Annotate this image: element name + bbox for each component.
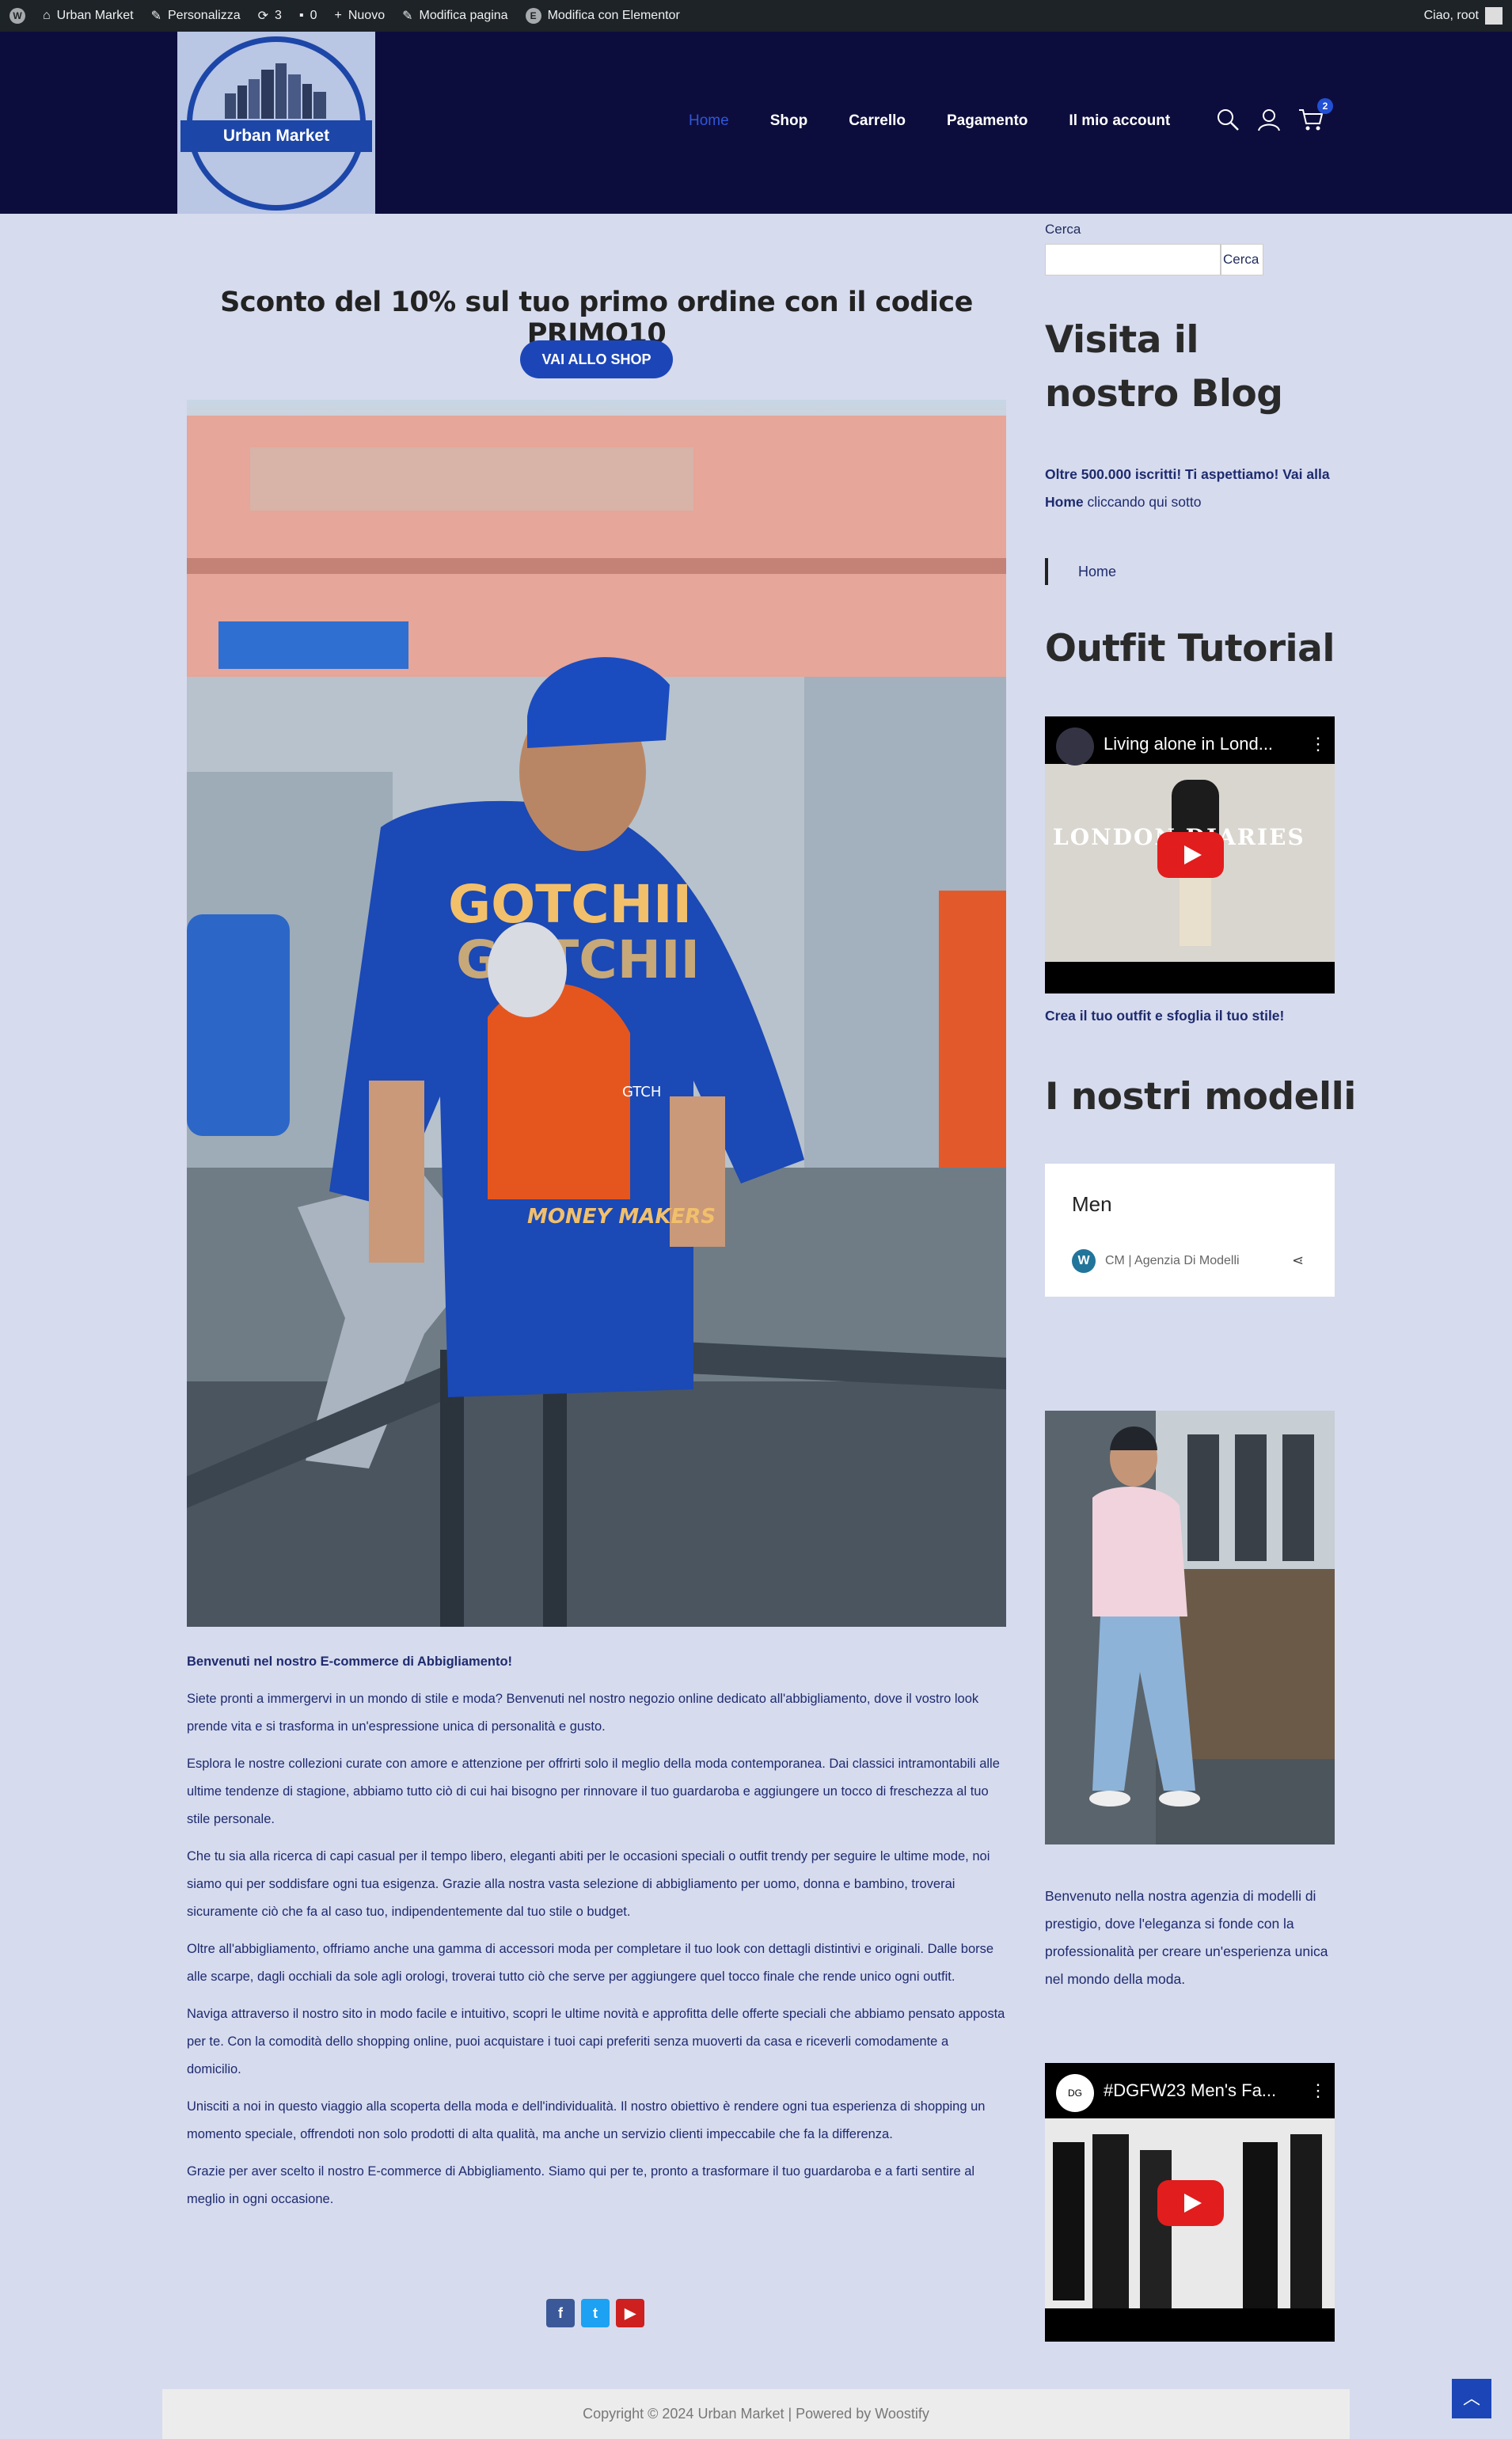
home-link[interactable]: Home	[1045, 558, 1116, 585]
plus-icon: +	[334, 9, 342, 22]
comment-icon: ▪	[298, 9, 304, 22]
pencil-icon: ✎	[402, 9, 413, 23]
intro-paragraph: Oltre all'abbigliamento, offriamo anche …	[187, 1942, 994, 1984]
social-links: f t ▶	[546, 2299, 644, 2327]
models-heading: I nostri modelli	[1045, 1075, 1356, 1119]
site-footer: Copyright © 2024 Urban Market | Powered …	[162, 2389, 1350, 2439]
tutorial-heading: Outfit Tutorial	[1045, 627, 1335, 671]
cart-count-badge: 2	[1317, 98, 1333, 114]
intro-content: Benvenuti nel nostro E-commerce di Abbig…	[187, 1648, 1006, 2223]
video-title: #DGFW23 Men's Fa...	[1104, 2080, 1277, 2100]
brush-icon: ✎	[150, 9, 161, 23]
site-header: Urban Market Home Shop Carrello Pagament…	[0, 32, 1512, 214]
card-source: CM | Agenzia Di Modelli	[1105, 1254, 1240, 1267]
video-title: Living alone in Lond...	[1104, 734, 1274, 754]
video-embed-tutorial[interactable]: LONDON DIARIES Living alone in Lond... ⋮	[1045, 716, 1335, 993]
admin-edit-page-link[interactable]: ✎ Modifica pagina	[402, 8, 507, 24]
blog-text: Oltre 500.000 iscritti! Ti aspettiamo! V…	[1045, 466, 1330, 510]
intro-paragraph: Esplora le nostre collezioni curate con …	[187, 1757, 1000, 1826]
intro-paragraph: Naviga attraverso il nostro sito in modo…	[187, 2007, 1005, 2076]
search-button[interactable]: Cerca	[1221, 244, 1263, 275]
elementor-icon: E	[525, 8, 541, 24]
share-icon[interactable]: ⋖	[1292, 1252, 1304, 1269]
more-options-icon[interactable]: ⋮	[1309, 2080, 1327, 2101]
tutorial-caption: Crea il tuo outfit e sfoglia il tuo stil…	[1045, 1008, 1285, 1024]
intro-paragraph: Grazie per aver scelto il nostro E-comme…	[187, 2164, 975, 2206]
nav-checkout[interactable]: Pagamento	[947, 112, 1028, 130]
svg-text:GTCH: GTCH	[622, 1084, 661, 1100]
video-embed-fashion[interactable]: DG #DGFW23 Men's Fa... ⋮	[1045, 2063, 1335, 2342]
wordpress-icon: W	[9, 8, 25, 24]
svg-text:MONEY MAKERS: MONEY MAKERS	[527, 1205, 716, 1229]
admin-elementor-link[interactable]: E Modifica con Elementor	[525, 8, 680, 24]
facebook-icon[interactable]: f	[546, 2299, 575, 2327]
wordpress-menu[interactable]: W	[9, 8, 25, 24]
nav-home[interactable]: Home	[689, 112, 729, 130]
avatar	[1485, 7, 1503, 25]
site-logo[interactable]: Urban Market	[177, 32, 375, 214]
svg-text:GOTCHII: GOTCHII	[448, 874, 692, 935]
user-icon[interactable]	[1257, 108, 1281, 131]
play-icon[interactable]	[1157, 832, 1224, 878]
twitter-icon[interactable]: t	[581, 2299, 610, 2327]
scroll-to-top-button[interactable]: ︿	[1452, 2379, 1491, 2418]
youtube-icon[interactable]: ▶	[616, 2299, 644, 2327]
search-input[interactable]	[1045, 244, 1221, 275]
admin-bar: W ⌂ Urban Market ✎ Personalizza ⟳ 3 ▪ 0 + Nuo…	[0, 0, 1512, 32]
blog-heading: Visita il nostro Blog	[1045, 318, 1283, 416]
wordpress-icon: W	[1072, 1249, 1096, 1273]
main-nav: Home Shop Carrello Pagamento Il mio acco…	[689, 112, 1211, 130]
models-card[interactable]: Men W CM | Agenzia Di Modelli ⋖	[1045, 1164, 1335, 1297]
model-image	[1045, 1411, 1335, 1844]
header-icons: 2	[1216, 98, 1333, 131]
shop-button[interactable]: VAI ALLO SHOP	[520, 340, 673, 378]
nav-my-account[interactable]: Il mio account	[1069, 112, 1170, 130]
intro-paragraph: Che tu sia alla ricerca di capi casual p…	[187, 1849, 990, 1919]
channel-avatar: DG	[1056, 2074, 1094, 2112]
more-options-icon[interactable]: ⋮	[1309, 734, 1327, 754]
city-skyline-icon	[225, 63, 326, 119]
admin-account-menu[interactable]: Ciao, root	[1424, 7, 1503, 25]
models-text: Benvenuto nella nostra agenzia di modell…	[1045, 1888, 1328, 1987]
intro-lead: Benvenuti nel nostro E-commerce di Abbig…	[187, 1654, 513, 1669]
nav-shop[interactable]: Shop	[770, 112, 808, 130]
search-label: Cerca	[1045, 222, 1081, 237]
hero-image: GOTCHII GOTCHII GTCH MONEY MAKERS	[187, 400, 1006, 1627]
intro-paragraph: Unisciti a noi in questo viaggio alla sc…	[187, 2099, 986, 2141]
admin-customize-link[interactable]: ✎ Personalizza	[151, 8, 241, 24]
play-icon[interactable]	[1157, 2180, 1224, 2226]
search-icon[interactable]	[1216, 108, 1240, 131]
channel-avatar	[1056, 728, 1094, 766]
home-icon: ⌂	[43, 9, 51, 22]
admin-updates-link[interactable]: ⟳ 3	[258, 8, 282, 24]
admin-comments-link[interactable]: ▪ 0	[299, 9, 317, 23]
intro-paragraph: Siete pronti a immergervi in un mondo di…	[187, 1692, 979, 1734]
nav-cart[interactable]: Carrello	[849, 112, 906, 130]
logo-text: Urban Market	[180, 120, 372, 152]
refresh-icon: ⟳	[257, 9, 269, 23]
admin-new-link[interactable]: + Nuovo	[335, 9, 386, 23]
card-title: Men	[1072, 1192, 1112, 1216]
admin-site-link[interactable]: ⌂ Urban Market	[43, 9, 134, 23]
